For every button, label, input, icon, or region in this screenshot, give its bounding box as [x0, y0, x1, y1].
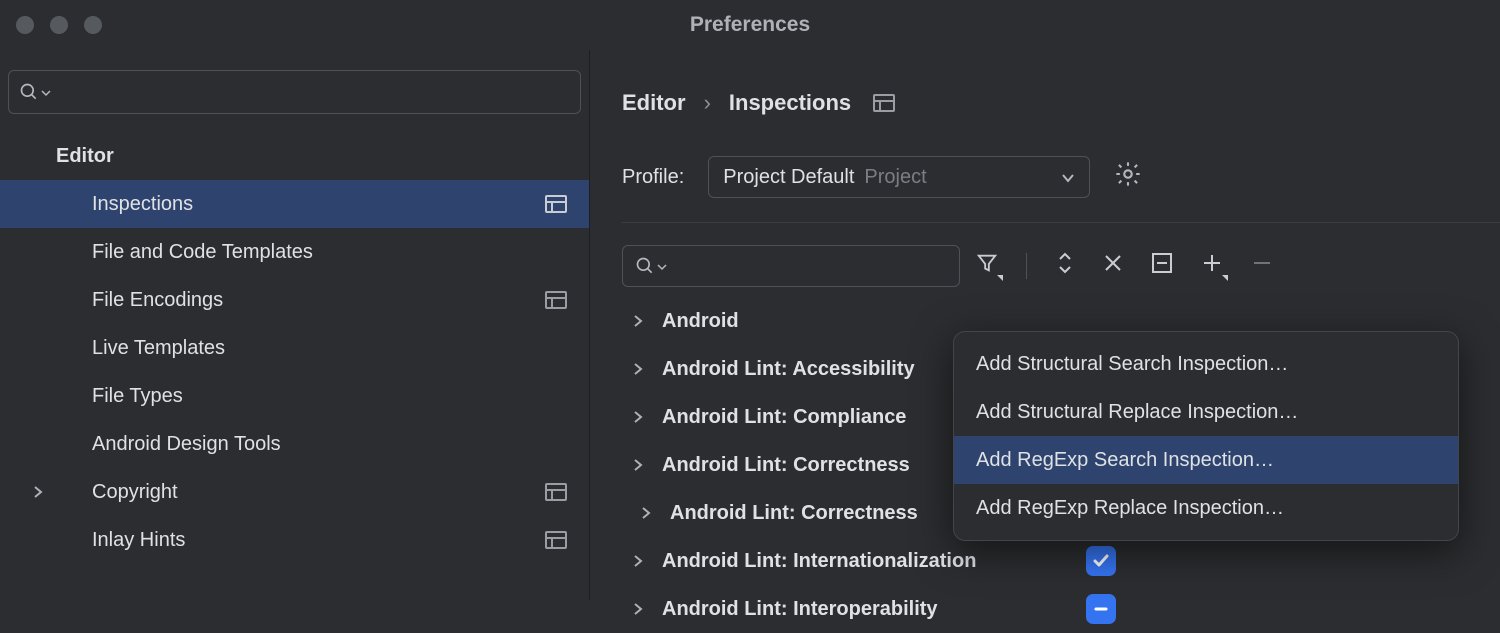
chevron-right-icon	[32, 485, 52, 499]
breadcrumb: Editor › Inspections	[622, 90, 1500, 116]
filter-icon[interactable]	[976, 252, 998, 280]
inspection-label: Android Lint: Internationalization	[662, 550, 1072, 573]
sidebar-item-inspections[interactable]: Inspections	[0, 180, 589, 228]
profile-label: Profile:	[622, 166, 684, 189]
chevron-right-icon	[632, 410, 648, 424]
close-window-icon[interactable]	[16, 16, 34, 34]
chevron-right-icon	[632, 362, 648, 376]
sidebar-heading-editor[interactable]: Editor	[8, 132, 581, 180]
sidebar-item-label: Inspections	[92, 193, 545, 216]
popup-item-structural-search[interactable]: Add Structural Search Inspection…	[954, 340, 1458, 388]
popup-item-structural-replace[interactable]: Add Structural Replace Inspection…	[954, 388, 1458, 436]
profile-row: Profile: Project Default Project	[622, 156, 1500, 223]
sidebar-item-label: Copyright	[60, 481, 545, 504]
inspection-category[interactable]: Android Lint: Interoperability	[622, 585, 1500, 633]
inspection-checkbox[interactable]	[1086, 546, 1116, 576]
search-icon	[19, 82, 39, 102]
sidebar-item-label: Android Design Tools	[92, 433, 567, 456]
sidebar-item-label: Inlay Hints	[92, 529, 545, 552]
add-icon[interactable]	[1201, 252, 1223, 280]
inspection-checkbox-mixed[interactable]	[1086, 594, 1116, 624]
add-inspection-popup: Add Structural Search Inspection… Add St…	[953, 331, 1459, 541]
chevron-right-icon	[632, 602, 648, 616]
window-controls	[16, 16, 102, 34]
chevron-right-icon	[632, 554, 648, 568]
zoom-window-icon[interactable]	[84, 16, 102, 34]
titlebar: Preferences	[0, 0, 1500, 50]
chevron-down-icon	[1061, 166, 1075, 189]
project-scope-icon	[545, 195, 567, 213]
profile-value: Project Default	[723, 166, 854, 189]
sidebar: Editor Inspections File and Code Templat…	[0, 50, 590, 600]
sidebar-item-label: File Types	[92, 385, 567, 408]
sidebar-item-android-design-tools[interactable]: Android Design Tools	[8, 420, 581, 468]
remove-icon[interactable]	[1251, 252, 1273, 280]
inspection-label: Android	[662, 310, 1488, 333]
gear-icon[interactable]	[1114, 160, 1142, 194]
dropdown-caret-icon	[41, 81, 51, 104]
expand-collapse-icon[interactable]	[1055, 251, 1075, 281]
window-title: Preferences	[690, 13, 810, 37]
minimize-window-icon[interactable]	[50, 16, 68, 34]
inspection-label: Android Lint: Interoperability	[662, 598, 1072, 621]
popup-item-regexp-search[interactable]: Add RegExp Search Inspection…	[954, 436, 1458, 484]
dropdown-caret-icon	[657, 255, 667, 278]
sidebar-search-input[interactable]	[8, 70, 581, 114]
popup-item-label: Add RegExp Search Inspection…	[976, 449, 1274, 472]
search-icon	[635, 256, 655, 276]
sidebar-item-file-encodings[interactable]: File Encodings	[8, 276, 581, 324]
chevron-right-icon	[632, 458, 648, 472]
inspection-search-input[interactable]	[622, 245, 960, 287]
breadcrumb-leaf: Inspections	[729, 90, 851, 116]
chevron-right-icon	[632, 314, 648, 328]
sidebar-item-live-templates[interactable]: Live Templates	[8, 324, 581, 372]
chevron-right-icon: ›	[704, 90, 711, 116]
sidebar-item-label: File Encodings	[92, 289, 545, 312]
reset-icon[interactable]	[1103, 253, 1123, 279]
sidebar-item-file-types[interactable]: File Types	[8, 372, 581, 420]
popup-item-label: Add RegExp Replace Inspection…	[976, 497, 1284, 520]
sidebar-item-label: Live Templates	[92, 337, 567, 360]
sidebar-item-copyright[interactable]: Copyright	[8, 468, 581, 516]
sidebar-heading-label: Editor	[56, 145, 567, 168]
profile-dropdown[interactable]: Project Default Project	[708, 156, 1090, 198]
sidebar-item-file-and-code-templates[interactable]: File and Code Templates	[8, 228, 581, 276]
breadcrumb-root[interactable]: Editor	[622, 90, 686, 116]
disable-icon[interactable]	[1151, 252, 1173, 280]
sidebar-item-label: File and Code Templates	[92, 241, 567, 264]
profile-scope: Project	[864, 166, 926, 189]
inspection-category[interactable]: Android Lint: Internationalization	[622, 537, 1500, 585]
chevron-right-icon	[640, 506, 656, 520]
project-scope-icon	[545, 483, 567, 501]
sidebar-item-inlay-hints[interactable]: Inlay Hints	[8, 516, 581, 564]
popup-item-regexp-replace[interactable]: Add RegExp Replace Inspection…	[954, 484, 1458, 532]
popup-item-label: Add Structural Search Inspection…	[976, 353, 1288, 376]
project-scope-icon	[545, 531, 567, 549]
inspection-toolbar	[622, 245, 1500, 287]
project-scope-icon	[545, 291, 567, 309]
main-panel: Editor › Inspections Profile: Project De…	[590, 50, 1500, 600]
toolbar-divider	[1026, 253, 1027, 279]
popup-item-label: Add Structural Replace Inspection…	[976, 401, 1298, 424]
project-scope-icon	[873, 94, 895, 112]
